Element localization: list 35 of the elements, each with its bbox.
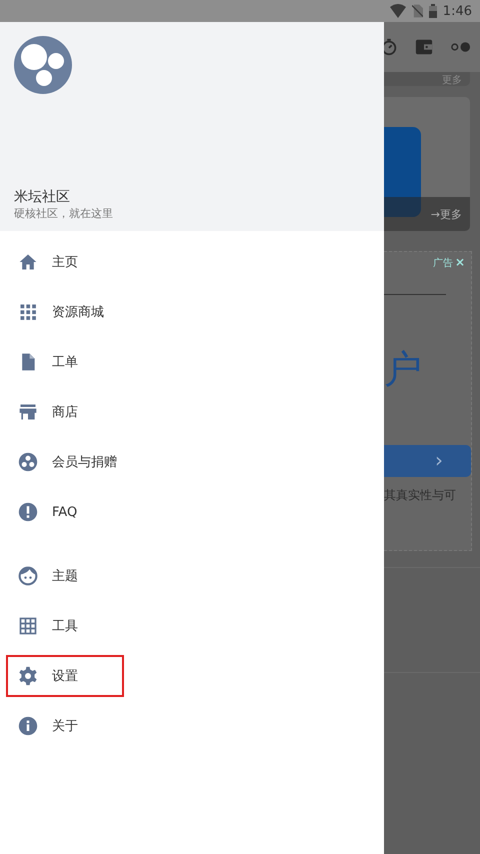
menu-item[interactable]: 会员与捐赠 <box>6 437 124 487</box>
store-icon <box>18 402 38 422</box>
ad-label: 广告 <box>432 256 453 270</box>
face-icon <box>18 566 38 586</box>
stopwatch-icon[interactable] <box>384 38 398 56</box>
menu-item[interactable]: 主题 <box>6 551 124 601</box>
ad-headline: 户 <box>384 347 422 391</box>
status-time: 1:46 <box>442 4 472 18</box>
grid-icon <box>18 302 38 322</box>
ad-button[interactable]: › <box>384 445 471 477</box>
menu-item[interactable]: 资源商城 <box>6 287 124 337</box>
info-icon <box>18 716 38 736</box>
more-link[interactable]: →更多 <box>430 206 462 222</box>
menu-item[interactable]: 主页 <box>6 237 124 287</box>
settings-icon <box>18 666 38 686</box>
logo-icon <box>14 36 72 94</box>
battery-icon <box>428 4 437 18</box>
menu-item[interactable]: FAQ <box>6 487 124 537</box>
menu-item[interactable]: 商店 <box>6 387 124 437</box>
exclamation-icon <box>18 502 38 522</box>
menu-item[interactable]: 工具 <box>6 601 124 651</box>
menu-item[interactable]: 设置 <box>6 655 124 697</box>
circles-icon <box>18 452 38 472</box>
wallet-icon[interactable] <box>415 38 433 56</box>
community-tagline: 硬核社区，就在这里 <box>14 206 113 222</box>
ad-caption: 其真实性与可 <box>384 487 457 504</box>
table-icon <box>18 616 38 636</box>
no-sim-icon <box>412 4 423 18</box>
wifi-icon <box>390 4 406 18</box>
dots-icon[interactable] <box>450 41 471 53</box>
close-button[interactable]: × <box>454 256 465 270</box>
menu-item[interactable]: 关于 <box>6 701 124 751</box>
menu-item[interactable]: 工单 <box>6 337 124 387</box>
home-icon <box>18 252 38 272</box>
community-title: 米坛社区 <box>14 188 70 206</box>
